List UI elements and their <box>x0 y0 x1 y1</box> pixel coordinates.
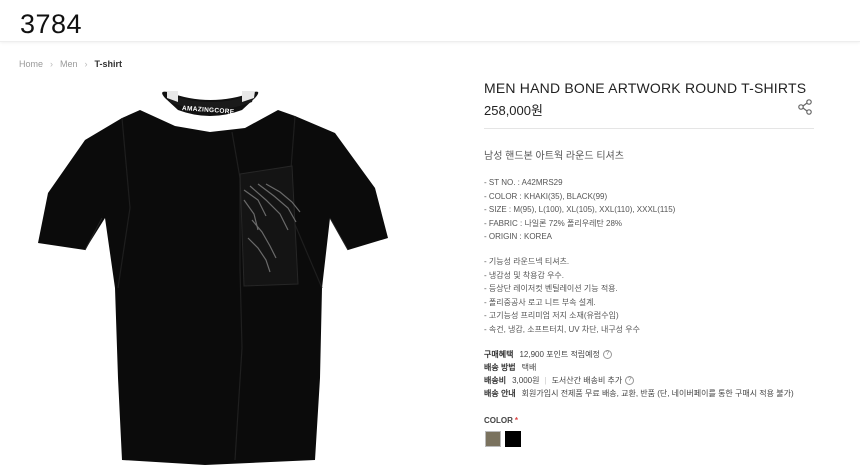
help-icon[interactable]: ? <box>625 376 635 385</box>
breadcrumb-men[interactable]: Men <box>60 59 78 69</box>
share-icon[interactable] <box>797 99 813 115</box>
spec-line: - COLOR : KHAKI(35), BLACK(99) <box>484 191 608 201</box>
color-swatch-khaki[interactable] <box>485 431 501 447</box>
shipping-guide-label: 배송 안내 <box>484 389 516 398</box>
spec-line: - ORIGIN : KOREA <box>484 232 553 242</box>
shipping-method-row: 배송 방법 택배 <box>484 361 794 374</box>
site-logo[interactable]: 3784 <box>20 9 82 40</box>
site-header: 3784 <box>0 0 860 42</box>
separator: | <box>544 376 547 385</box>
shipping-method-label: 배송 방법 <box>484 363 516 372</box>
benefit-row: 구매혜택 12,900 포인트 적립예정 ? <box>484 348 794 361</box>
shipping-fee-label: 배송비 <box>484 376 507 385</box>
shipping-fee-value: 3,000원 <box>512 376 540 385</box>
color-swatch-black[interactable] <box>505 431 521 447</box>
shipping-fee-extra: 도서산간 배송비 추가 <box>551 376 623 385</box>
feature-line: - 폴리중공사 로고 니트 부속 설계. <box>484 297 596 307</box>
divider <box>484 128 814 129</box>
shipping-guide-value: 회원가입시 전제품 무료 배송, 교환, 반품 (단, 네이버페이를 통한 구매… <box>521 389 794 398</box>
shipping-method-value: 택배 <box>521 363 537 372</box>
help-icon[interactable]: ? <box>602 350 612 359</box>
purchase-info: 구매혜택 12,900 포인트 적립예정 ? 배송 방법 택배 배송비 3,00… <box>484 348 794 400</box>
chevron-right-icon: › <box>50 59 54 69</box>
product-price: 258,000원 <box>484 103 543 118</box>
product-title: MEN HAND BONE ARTWORK ROUND T-SHIRTS <box>484 80 807 96</box>
spec-line: - FABRIC : 나일론 72% 폴리우레탄 28% <box>484 218 623 228</box>
color-label-text: COLOR <box>484 416 513 425</box>
product-image[interactable]: AMAZINGCORE <box>30 88 395 465</box>
feature-line: - 고기능성 프리미엄 저지 소재(유럽수입) <box>484 311 619 321</box>
feature-line: - 등상단 레이저컷 벤틸레이션 기능 적용. <box>484 284 618 294</box>
spec-line: - SIZE : M(95), L(100), XL(105), XXL(110… <box>484 205 676 215</box>
color-option-label: COLOR * <box>484 416 518 425</box>
product-korean-name: 남성 핸드본 아트웍 라운드 티셔츠 <box>484 151 624 162</box>
chevron-right-icon: › <box>84 59 88 69</box>
feature-line: - 기능성 라운드넥 티셔츠. <box>484 257 570 266</box>
product-features: - 기능성 라운드넥 티셔츠. - 냉감성 및 착용감 우수. - 등상단 레이… <box>484 255 640 337</box>
product-specs: - ST NO. : A42MRS29 - COLOR : KHAKI(35),… <box>484 176 675 244</box>
breadcrumb-current[interactable]: T-shirt <box>95 59 123 69</box>
required-mark: * <box>514 416 519 425</box>
shipping-fee-row: 배송비 3,000원 | 도서산간 배송비 추가 ? <box>484 374 794 387</box>
feature-line: - 속건, 냉감, 소프트터치, UV 차단, 내구성 우수 <box>484 324 640 334</box>
breadcrumb: Home › Men › T-shirt <box>19 59 122 69</box>
benefit-value: 12,900 포인트 적립예정 <box>519 350 600 359</box>
breadcrumb-home[interactable]: Home <box>19 59 43 69</box>
shipping-guide-row: 배송 안내 회원가입시 전제품 무료 배송, 교환, 반품 (단, 네이버페이를… <box>484 387 794 400</box>
feature-line: - 냉감성 및 착용감 우수. <box>484 270 565 280</box>
benefit-label: 구매혜택 <box>484 350 514 359</box>
spec-line: - ST NO. : A42MRS29 <box>484 178 563 187</box>
